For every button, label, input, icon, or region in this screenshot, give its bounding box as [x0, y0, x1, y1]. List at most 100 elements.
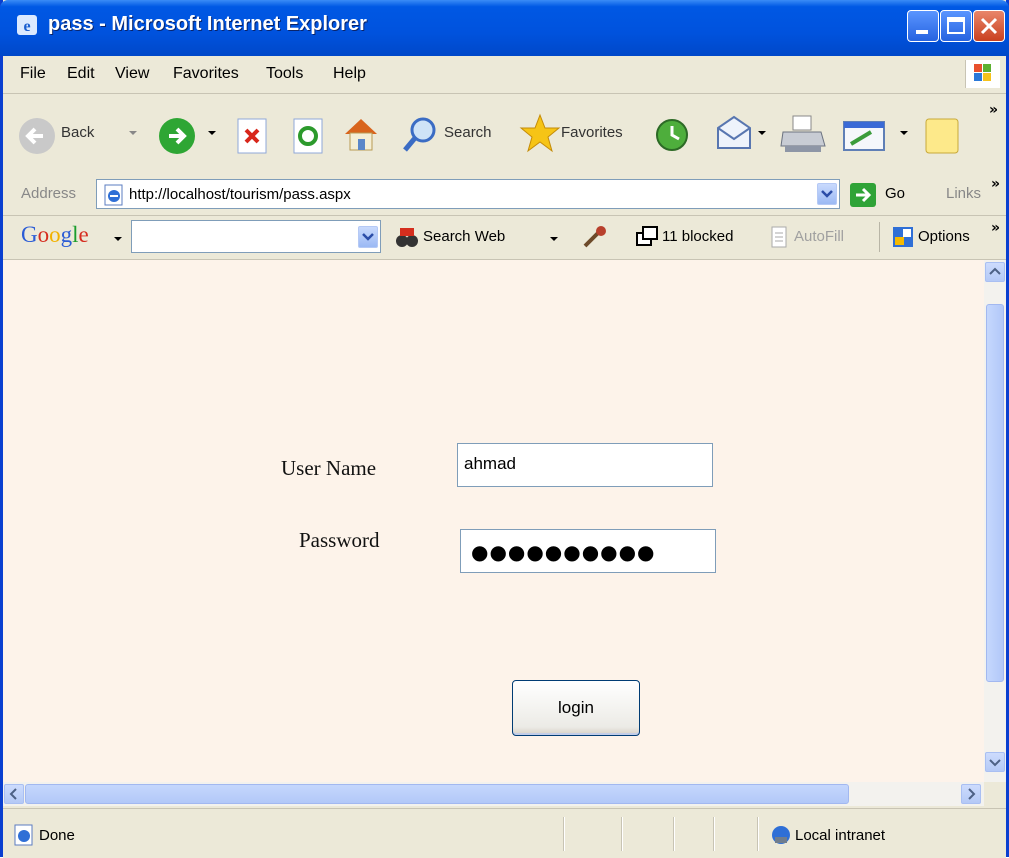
menu-edit[interactable]: Edit	[67, 65, 95, 83]
menu-help[interactable]: Help	[333, 65, 366, 83]
go-label[interactable]: Go	[885, 185, 905, 202]
horizontal-scrollbar[interactable]	[3, 782, 984, 806]
stop-button[interactable]	[235, 116, 269, 160]
forward-button[interactable]	[155, 114, 199, 162]
edit-button[interactable]	[841, 116, 887, 158]
options-button[interactable]: Options	[918, 228, 970, 245]
options-icon	[893, 227, 913, 247]
username-value: ahmad	[464, 454, 516, 473]
google-logo[interactable]: Google	[21, 222, 89, 248]
print-button[interactable]	[779, 114, 827, 160]
google-search-input[interactable]	[131, 220, 381, 253]
go-button[interactable]	[849, 182, 877, 212]
home-button[interactable]	[341, 114, 381, 158]
search-button[interactable]	[401, 114, 441, 158]
minimize-icon	[916, 30, 928, 34]
login-button[interactable]: login	[512, 680, 640, 736]
title-bar[interactable]: e pass - Microsoft Internet Explorer	[0, 0, 1009, 56]
maximize-icon	[947, 17, 965, 34]
status-bar: Done Local intranet	[3, 808, 1006, 858]
stop-icon	[237, 118, 267, 154]
refresh-icon	[293, 118, 323, 154]
vertical-scroll-thumb[interactable]	[986, 304, 1004, 682]
scrollbar-corner	[984, 782, 1006, 806]
status-divider	[713, 817, 715, 851]
scroll-right-button[interactable]	[961, 784, 981, 804]
forward-arrow-icon	[159, 118, 195, 154]
back-dropdown-icon[interactable]	[128, 128, 138, 138]
close-icon	[980, 17, 998, 35]
menu-file[interactable]: File	[20, 65, 46, 83]
refresh-button[interactable]	[291, 116, 325, 160]
edit-dropdown-icon[interactable]	[899, 128, 909, 138]
scroll-left-button[interactable]	[4, 784, 24, 804]
printer-icon	[780, 115, 826, 152]
page-content: User Name ahmad Password ●●●●●●●●●● logi…	[3, 260, 984, 782]
scroll-up-button[interactable]	[985, 262, 1005, 282]
close-button[interactable]	[973, 10, 1005, 42]
history-button[interactable]	[653, 116, 691, 158]
mail-icon	[717, 115, 751, 149]
minimize-button[interactable]	[907, 10, 939, 42]
home-icon	[345, 119, 377, 151]
standard-toolbar: Back Search Favorites »	[3, 94, 1006, 175]
google-menu-dropdown-icon[interactable]	[113, 234, 123, 244]
toolbar-overflow-icon[interactable]: »	[989, 102, 998, 118]
page-done-icon	[14, 824, 33, 846]
password-input[interactable]: ●●●●●●●●●●	[460, 529, 716, 573]
scroll-down-button[interactable]	[985, 752, 1005, 772]
autofill-icon	[771, 226, 787, 248]
google-overflow-icon[interactable]: »	[991, 220, 1000, 236]
username-label: User Name	[281, 456, 377, 480]
windows-logo-icon	[965, 60, 1000, 88]
status-divider	[757, 817, 759, 851]
toolbar-separator	[879, 222, 880, 252]
forward-dropdown-icon[interactable]	[207, 128, 217, 138]
mail-dropdown-icon[interactable]	[757, 128, 767, 138]
security-zone-text: Local intranet	[795, 827, 886, 844]
page-icon	[104, 184, 123, 206]
links-overflow-icon[interactable]: »	[991, 176, 1000, 192]
mail-button[interactable]	[714, 114, 754, 158]
address-input[interactable]: http://localhost/tourism/pass.aspx	[96, 179, 840, 209]
chevron-left-icon	[9, 788, 17, 800]
search-web-button[interactable]: Search Web	[423, 228, 505, 245]
password-label: Password	[299, 528, 380, 552]
page-rank-icon[interactable]	[581, 224, 607, 250]
username-input[interactable]: ahmad	[457, 443, 713, 487]
binoculars-icon	[396, 228, 418, 247]
ie-icon: e	[17, 15, 37, 35]
status-divider	[621, 817, 623, 851]
popups-blocked-button[interactable]: 11 blocked	[662, 228, 733, 245]
horizontal-scroll-thumb[interactable]	[25, 784, 849, 804]
address-label: Address	[21, 185, 77, 202]
sticky-note-icon	[925, 118, 959, 154]
vertical-scrollbar[interactable]	[984, 260, 1006, 782]
back-button[interactable]	[17, 114, 61, 162]
menu-bar: File Edit View Favorites Tools Help	[3, 56, 1006, 94]
maximize-button[interactable]	[940, 10, 972, 42]
browser-window: e pass - Microsoft Internet Explorer Fil…	[0, 0, 1009, 858]
address-dropdown-button[interactable]	[817, 183, 837, 205]
go-arrow-icon	[850, 183, 876, 207]
google-toolbar: Google Search Web 11 blocked AutoFill Op…	[3, 216, 1006, 260]
google-search-dropdown-button[interactable]	[358, 226, 378, 248]
svg-text:e: e	[23, 18, 30, 35]
autofill-button[interactable]: AutoFill	[794, 228, 844, 245]
address-bar: Address http://localhost/tourism/pass.as…	[3, 174, 1006, 216]
menu-view[interactable]: View	[115, 65, 149, 83]
links-label[interactable]: Links	[946, 185, 981, 202]
search-web-dropdown-icon[interactable]	[549, 234, 559, 244]
status-text: Done	[39, 827, 75, 844]
favorites-star-icon	[519, 113, 561, 153]
search-icon	[403, 117, 436, 152]
menu-favorites[interactable]: Favorites	[173, 65, 239, 83]
history-icon	[656, 119, 688, 151]
window-title: pass - Microsoft Internet Explorer	[48, 13, 367, 35]
favorites-button[interactable]	[519, 112, 561, 158]
menu-tools[interactable]: Tools	[266, 65, 303, 83]
edit-page-icon	[843, 121, 885, 151]
note-button[interactable]	[923, 116, 961, 160]
chevron-up-icon	[989, 267, 1001, 275]
back-arrow-icon	[19, 118, 55, 154]
